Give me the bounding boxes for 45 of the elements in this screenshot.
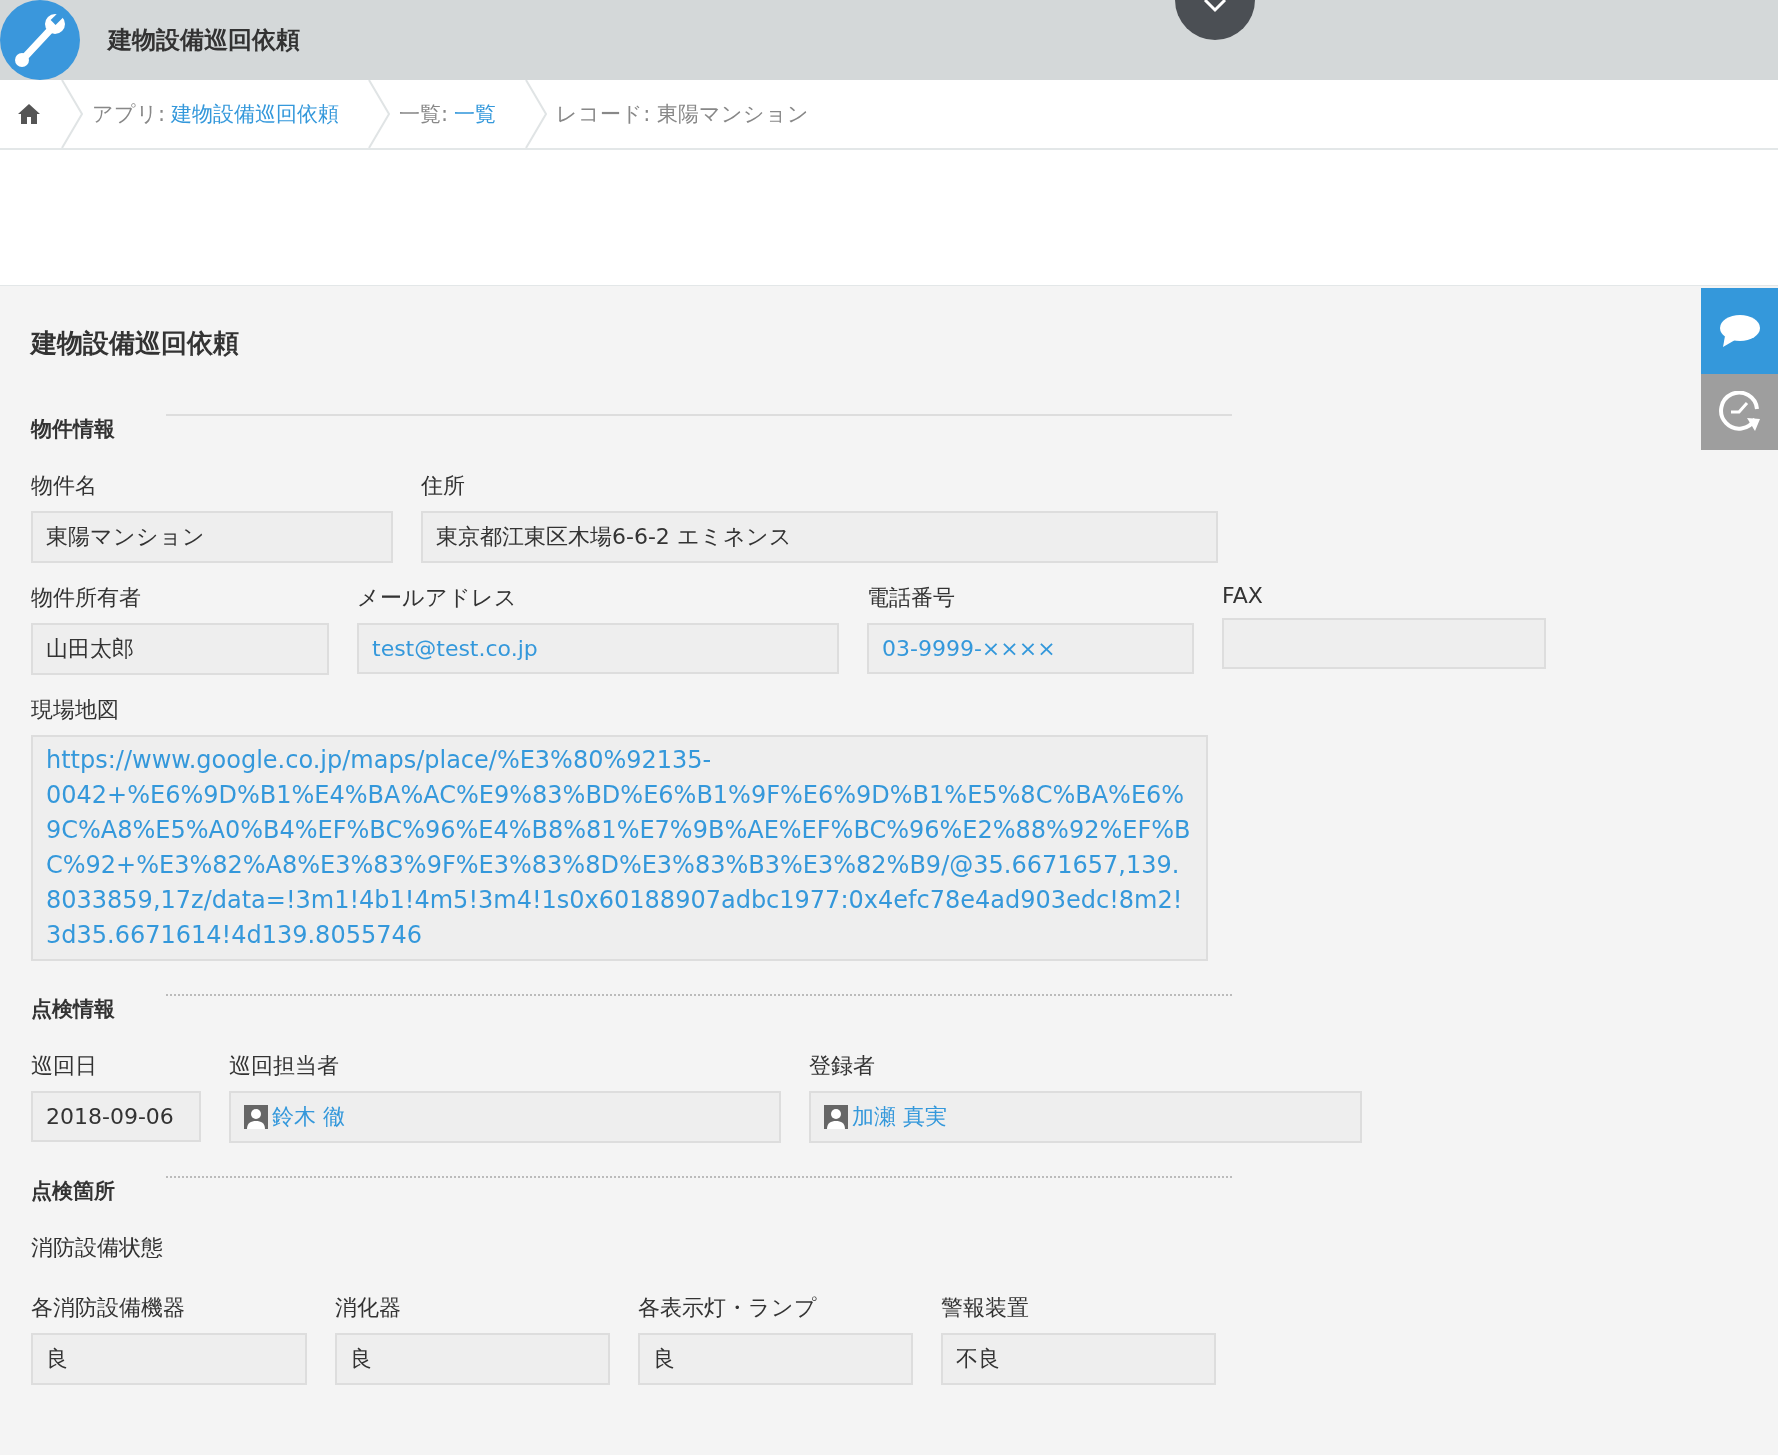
group-label: 消防設備状態 xyxy=(31,1234,164,1262)
crumb-current: レコード: 東陽マンション xyxy=(556,101,809,128)
field-label: FAX xyxy=(1222,583,1264,608)
user-link[interactable]: 加瀬 真実 xyxy=(852,1102,947,1132)
section-title: 点検情報 xyxy=(31,996,116,1023)
crumb-link[interactable]: 一覧 xyxy=(454,100,497,128)
section-title: 点検箇所 xyxy=(31,1178,116,1205)
speech-bubble-icon xyxy=(1718,314,1761,348)
field-label: 登録者 xyxy=(809,1052,876,1080)
field-label: 各消防設備機器 xyxy=(31,1294,186,1322)
field-link[interactable]: test@test.co.jp xyxy=(372,636,538,661)
field-label: 巡回日 xyxy=(31,1052,98,1080)
user-icon xyxy=(824,1105,848,1129)
history-button[interactable] xyxy=(1701,374,1778,450)
field-link[interactable]: 03-9999-×××× xyxy=(882,636,1056,661)
record-title: 建物設備巡回依頼 xyxy=(31,327,239,360)
crumb-link[interactable]: 建物設備巡回依頼 xyxy=(171,100,340,128)
field-value: 山田太郎 xyxy=(31,623,329,675)
field-label: 物件所有者 xyxy=(31,584,142,612)
crumb-label: 一覧: xyxy=(399,101,449,128)
user-icon xyxy=(244,1105,268,1129)
clock-arrow-icon xyxy=(1718,391,1761,433)
home-icon[interactable] xyxy=(18,103,40,125)
comment-button[interactable] xyxy=(1701,288,1778,374)
field-label: メールアドレス xyxy=(357,584,518,612)
field-label: 電話番号 xyxy=(867,584,956,612)
crumb-label: アプリ: xyxy=(92,101,166,128)
field-value: 良 xyxy=(31,1333,307,1385)
app-title: 建物設備巡回依頼 xyxy=(108,25,300,56)
field-label: 各表示灯・ランプ xyxy=(638,1294,818,1322)
user-link[interactable]: 鈴木 徹 xyxy=(272,1102,345,1132)
close-icon xyxy=(1203,0,1227,14)
field-value: 2018-09-06 xyxy=(31,1091,201,1142)
field-label: 警報装置 xyxy=(941,1294,1030,1322)
field-value: 不良 xyxy=(941,1333,1216,1385)
field-label: 巡回担当者 xyxy=(229,1052,340,1080)
field-value: 良 xyxy=(638,1333,913,1385)
field-label: 住所 xyxy=(421,472,466,500)
section-title: 物件情報 xyxy=(31,416,116,443)
field-value: 良 xyxy=(335,1333,610,1385)
field-label: 消化器 xyxy=(335,1294,402,1322)
field-value: 東陽マンション xyxy=(31,511,393,563)
field-value: 東京都江東区木場6-6-2 エミネンス xyxy=(421,511,1218,563)
field-label: 物件名 xyxy=(31,472,98,500)
field-label: 現場地図 xyxy=(31,696,120,724)
